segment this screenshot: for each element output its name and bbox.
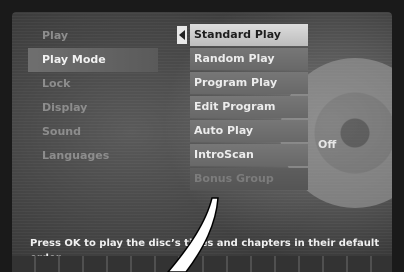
submenu-item-random-play[interactable]: Random Play [190, 48, 308, 70]
menu-item-play-mode[interactable]: Play Mode [28, 48, 158, 72]
auto-play-value: Off [318, 138, 337, 151]
submenu-item-edit-program[interactable]: Edit Program [190, 96, 308, 118]
submenu-item-bonus-group: Bonus Group [190, 168, 308, 190]
submenu-item-auto-play[interactable]: Auto Play [190, 120, 308, 142]
menu-item-lock[interactable]: Lock [28, 72, 158, 96]
submenu-item-program-play[interactable]: Program Play [190, 72, 308, 94]
setup-menu: Play Play Mode Lock Display Sound Langua… [28, 24, 158, 168]
submenu-item-standard-play[interactable]: Standard Play [190, 24, 308, 46]
menu-item-play[interactable]: Play [28, 24, 158, 48]
play-mode-submenu: Standard Play Random Play Program Play E… [190, 24, 308, 192]
dvd-logo-graphic [330, 116, 392, 186]
left-arrow-icon[interactable] [177, 26, 187, 44]
submenu-item-introscan[interactable]: IntroScan [190, 144, 308, 166]
menu-item-sound[interactable]: Sound [28, 120, 158, 144]
menu-item-languages[interactable]: Languages [28, 144, 158, 168]
menu-item-display[interactable]: Display [28, 96, 158, 120]
bottom-band [12, 256, 392, 272]
